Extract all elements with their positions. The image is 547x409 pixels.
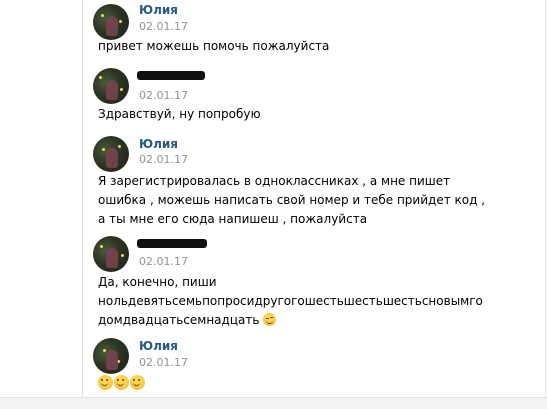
message-line: а ты мне его сюда напишеш , пожалуйста <box>98 212 368 226</box>
message-item: 02.01.17 Здравствуй, ну попробую <box>83 66 545 136</box>
message-date[interactable]: 02.01.17 <box>139 89 188 102</box>
message-line: привет можешь помочь пожалуйста <box>98 39 330 53</box>
avatar[interactable] <box>93 68 129 104</box>
avatar-light <box>100 245 103 248</box>
avatar-light <box>119 20 122 23</box>
avatar-light <box>120 88 123 91</box>
message-text <box>98 375 146 394</box>
message-date[interactable]: 02.01.17 <box>139 255 188 268</box>
message-text: Я зарегистрировалась в одноклассниках , … <box>98 172 485 229</box>
avatar-light <box>103 349 106 352</box>
smile-emoji-icon <box>98 375 113 390</box>
chat-right-border <box>545 0 546 409</box>
redacted-author-name <box>137 71 205 80</box>
message-item: Юлия 02.01.17 привет можешь помочь пожал… <box>83 0 545 66</box>
message-text: привет можешь помочь пожалуйста <box>98 37 329 56</box>
message-line <box>98 375 146 394</box>
redacted-author-name <box>137 239 207 248</box>
message-item: Юлия 02.01.17 <box>83 336 545 398</box>
smile-emoji-icon <box>130 375 145 390</box>
message-line: Я зарегистрировалась в одноклассниках , … <box>98 174 451 188</box>
wink-emoji-icon <box>263 313 277 326</box>
message-line: нольдевятьсемьпопросидругогошестьшестьше… <box>98 294 483 308</box>
avatar-light <box>118 145 121 148</box>
message-line-text: домдвадцатьсемнадцать <box>98 313 260 327</box>
message-date[interactable]: 02.01.17 <box>139 20 188 33</box>
smile-emoji-icon <box>114 375 129 390</box>
message-text: Да, конечно, пиши нольдевятьсемьпопросид… <box>98 273 483 330</box>
avatar[interactable] <box>93 4 129 40</box>
composer-bar-edge <box>0 397 547 409</box>
avatar[interactable] <box>93 236 129 272</box>
avatar[interactable] <box>93 136 129 172</box>
avatar-light <box>99 76 102 79</box>
message-author[interactable]: Юлия <box>139 3 178 17</box>
avatar-light <box>121 254 124 257</box>
message-text: Здравствуй, ну попробую <box>98 105 261 124</box>
message-line: ошибка , можешь написать свой номер и те… <box>98 193 486 207</box>
message-line: Да, конечно, пиши <box>98 275 217 289</box>
avatar-light <box>102 148 105 151</box>
message-date[interactable]: 02.01.17 <box>139 153 188 166</box>
avatar-light <box>117 360 120 363</box>
message-author[interactable]: Юлия <box>139 339 178 353</box>
message-item: 02.01.17 Да, конечно, пиши нольдевятьсем… <box>83 234 545 336</box>
message-author[interactable]: Юлия <box>139 137 178 151</box>
message-line: Здравствуй, ну попробую <box>98 107 261 121</box>
avatar-light <box>101 14 104 17</box>
avatar[interactable] <box>93 338 129 374</box>
message-line: домдвадцатьсемнадцать <box>98 311 483 330</box>
message-item: Юлия 02.01.17 Я зарегистрировалась в одн… <box>83 134 545 234</box>
message-date[interactable]: 02.01.17 <box>139 356 188 369</box>
